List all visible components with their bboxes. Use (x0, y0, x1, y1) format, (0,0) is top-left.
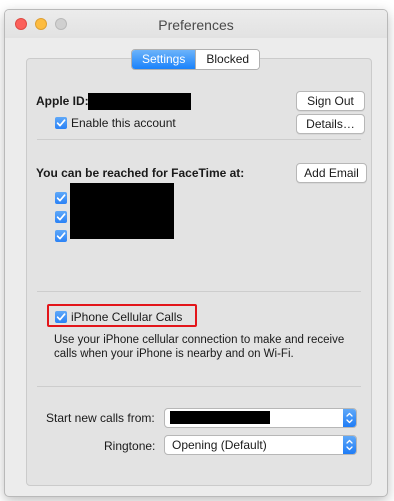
add-email-button[interactable]: Add Email (296, 163, 367, 183)
tab-segmented-control: Settings Blocked (131, 49, 261, 70)
popup-stepper (343, 409, 356, 427)
cellular-calls-description: Use your iPhone cellular connection to m… (54, 334, 345, 360)
settings-panel: Apple ID: Sign Out Enable this account D… (26, 58, 372, 486)
tab-blocked[interactable]: Blocked (195, 50, 260, 69)
section-divider (37, 386, 361, 387)
cellular-calls-label[interactable]: iPhone Cellular Calls (71, 310, 182, 324)
sign-out-button[interactable]: Sign Out (296, 91, 365, 111)
window-title: Preferences (158, 17, 234, 33)
ringtone-popup[interactable]: Opening (Default) (164, 435, 357, 455)
apple-id-label: Apple ID: (36, 94, 89, 108)
address-checkbox-2[interactable] (55, 211, 67, 223)
start-calls-label: Start new calls from: (46, 411, 155, 425)
chevron-updown-icon (346, 439, 353, 451)
enable-account-checkbox[interactable] (55, 117, 67, 129)
section-divider (37, 139, 361, 140)
addresses-redacted (70, 183, 174, 239)
details-button[interactable]: Details… (296, 114, 365, 134)
address-checkbox-3[interactable] (55, 230, 67, 242)
title-bar[interactable]: Preferences (5, 10, 387, 38)
popup-stepper (343, 436, 356, 454)
ringtone-value: Opening (Default) (172, 438, 267, 452)
chevron-updown-icon (346, 412, 353, 424)
checkmark-icon (56, 213, 66, 221)
tab-settings[interactable]: Settings (132, 50, 196, 69)
ringtone-label: Ringtone: (104, 439, 156, 453)
start-calls-value-redacted (170, 411, 270, 424)
enable-account-label[interactable]: Enable this account (71, 116, 176, 130)
facetime-reach-label: You can be reached for FaceTime at: (36, 166, 245, 180)
address-checkbox-1[interactable] (55, 192, 67, 204)
preferences-window: Preferences Apple ID: Sign Out Enable th… (4, 9, 388, 497)
apple-id-value-redacted (88, 93, 191, 110)
start-calls-popup[interactable] (164, 408, 357, 428)
checkmark-icon (56, 232, 66, 240)
section-divider (37, 291, 361, 292)
checkmark-icon (56, 119, 66, 127)
checkmark-icon (56, 194, 66, 202)
cellular-calls-checkbox[interactable] (55, 311, 67, 323)
checkmark-icon (56, 313, 66, 321)
